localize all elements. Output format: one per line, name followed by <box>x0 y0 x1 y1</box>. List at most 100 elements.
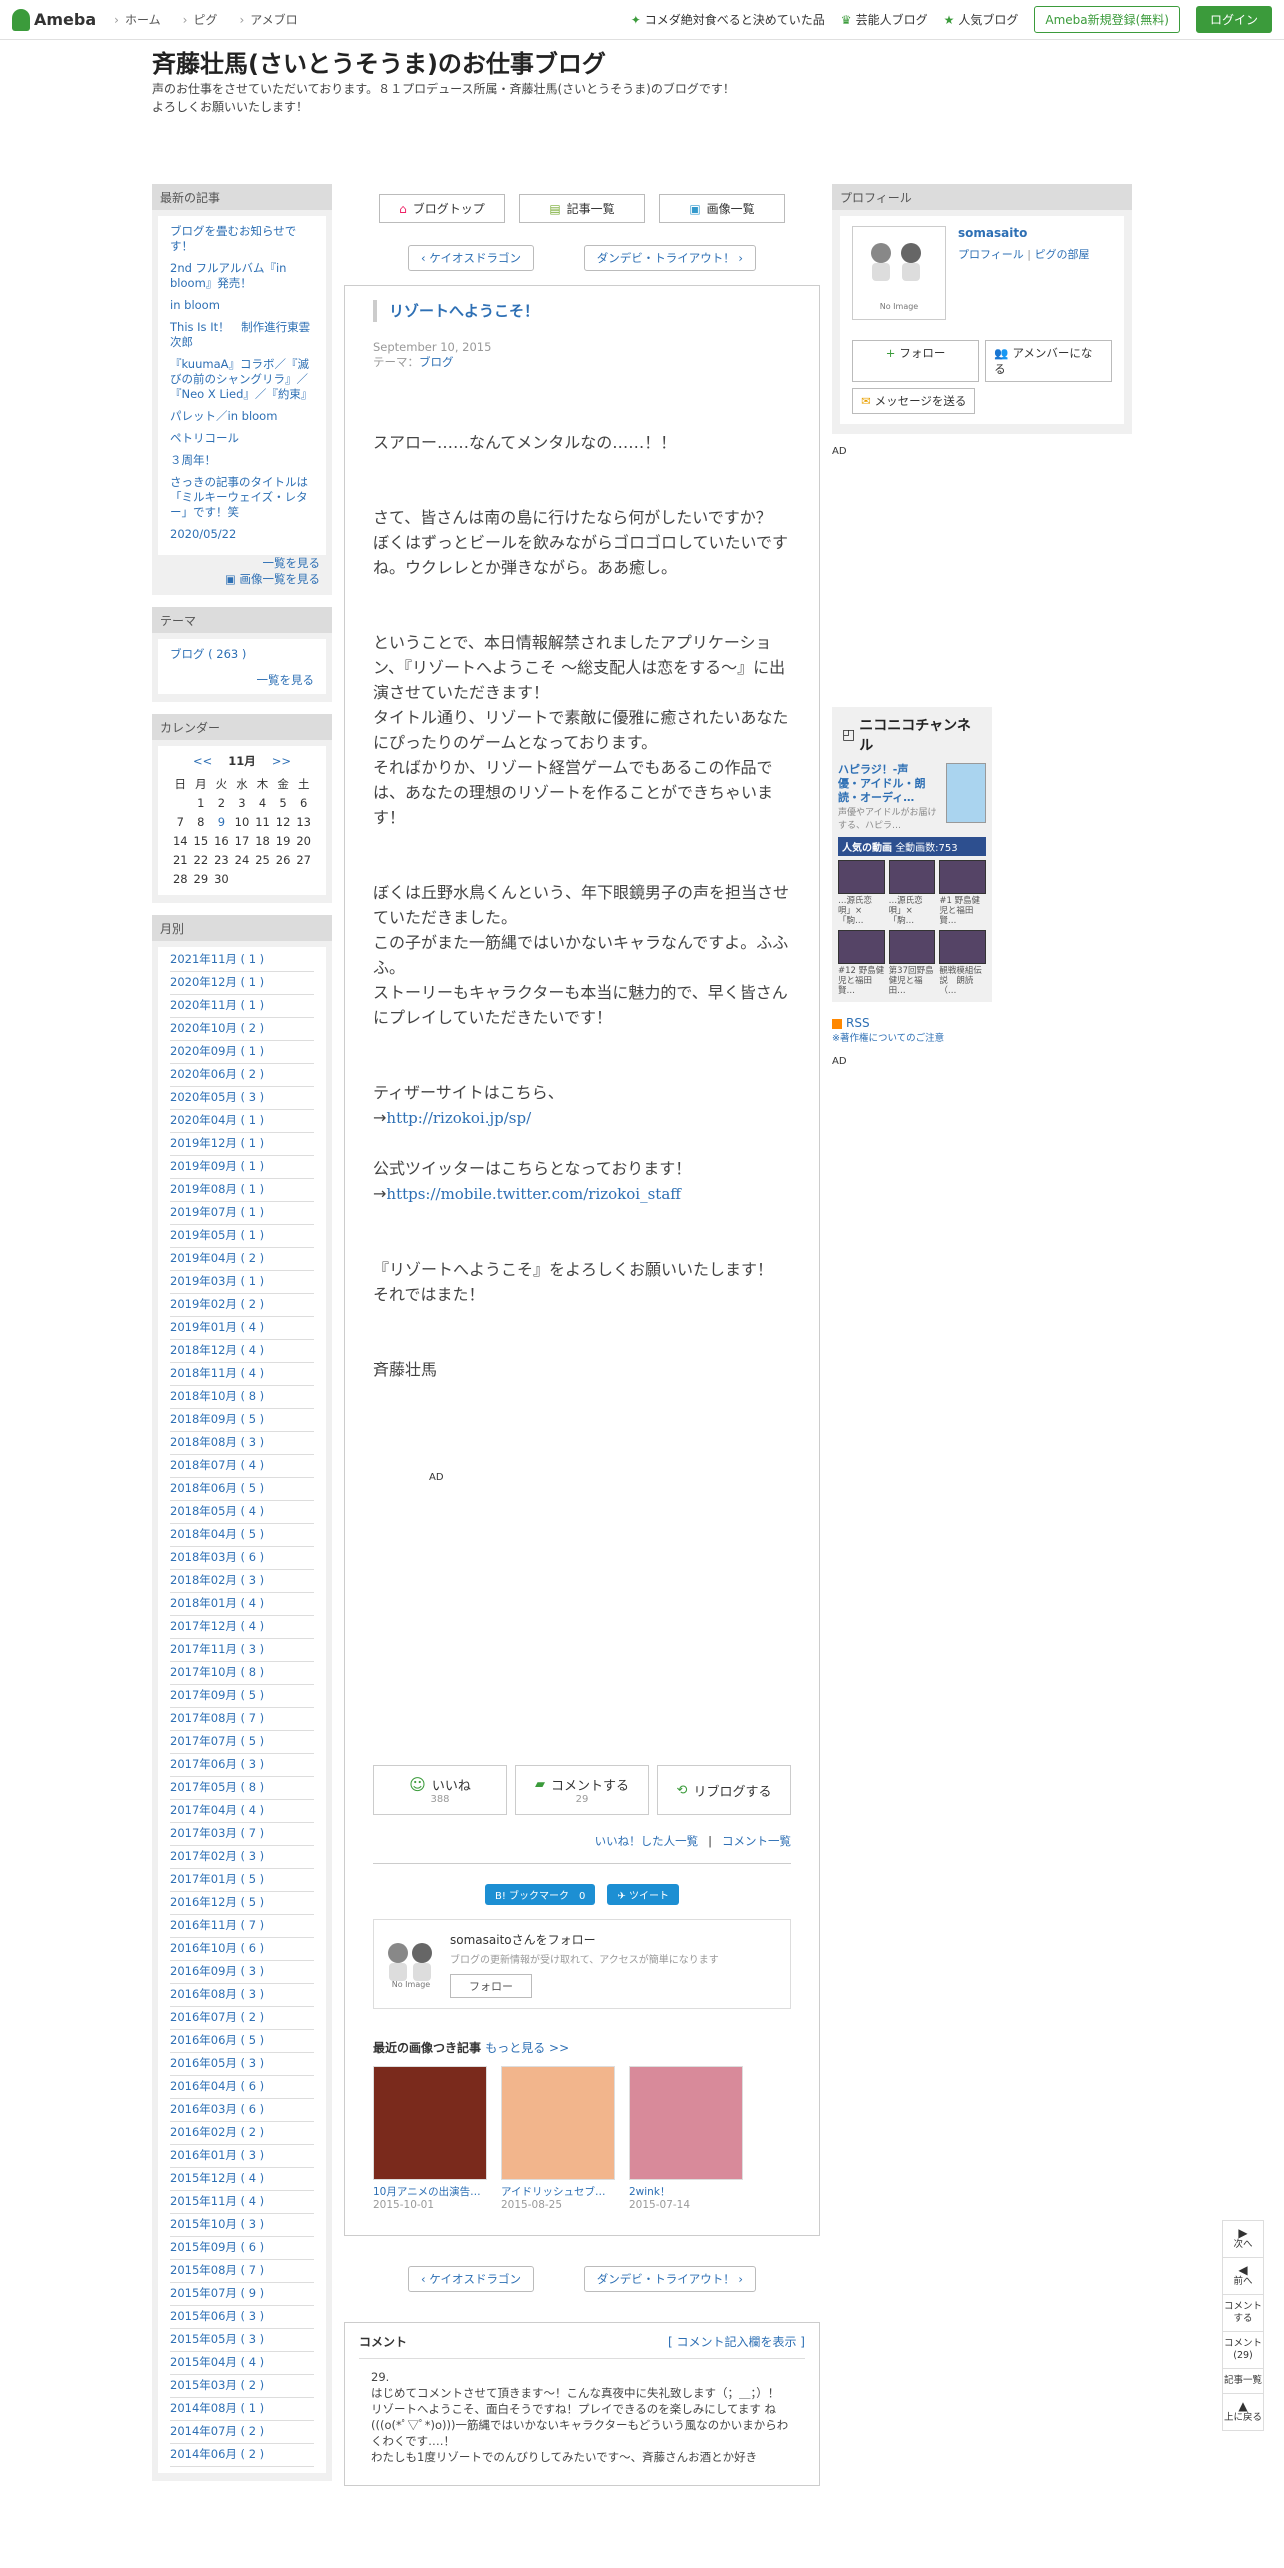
recent-entry-link[interactable]: ３周年！ <box>170 453 314 468</box>
prev-entry-button[interactable]: ‹ ケイオスドラゴン <box>408 245 535 271</box>
archive-month-link[interactable]: 2020年09月 ( 1 ) <box>170 1041 314 1064</box>
niconico-video-item[interactable]: #12 野島健児と福田賢… <box>838 930 885 996</box>
archive-month-link[interactable]: 2016年08月 ( 3 ) <box>170 1984 314 2007</box>
theme-more-link[interactable]: 一覧を見る <box>170 672 315 688</box>
archive-month-link[interactable]: 2019年05月 ( 1 ) <box>170 1225 314 1248</box>
nav-pigg[interactable]: ピグ <box>183 11 217 28</box>
next-entry-button[interactable]: ダンデビ・トライアウト！ › <box>583 245 756 271</box>
top-link-comeda[interactable]: ✦ コメダ絶対食べると決めていた品 <box>631 11 825 28</box>
blog-title[interactable]: 斉藤壮馬(さいとうそうま)のお仕事ブログ <box>152 44 606 79</box>
archive-month-link[interactable]: 2017年06月 ( 3 ) <box>170 1754 314 1777</box>
archive-month-link[interactable]: 2018年02月 ( 3 ) <box>170 1570 314 1593</box>
image-entry-thumbnail[interactable] <box>373 2066 487 2180</box>
image-entry-card[interactable]: アイドリッシュセブ… 2015-08-25 <box>501 2066 615 2211</box>
image-entry-title[interactable]: アイドリッシュセブ… <box>501 2184 615 2199</box>
profile-avatar[interactable]: No Image <box>852 226 946 320</box>
archive-month-link[interactable]: 2018年07月 ( 4 ) <box>170 1455 314 1478</box>
calendar-next-link[interactable]: >> <box>272 754 291 769</box>
archive-month-link[interactable]: 2019年09月 ( 1 ) <box>170 1156 314 1179</box>
archive-month-link[interactable]: 2020年04月 ( 1 ) <box>170 1110 314 1133</box>
archive-month-link[interactable]: 2014年06月 ( 2 ) <box>170 2444 314 2467</box>
recent-entry-link[interactable]: ペトリコール <box>170 431 314 446</box>
top-link-popular-blog[interactable]: ★ 人気ブログ <box>944 11 1019 28</box>
archive-month-link[interactable]: 2014年07月 ( 2 ) <box>170 2421 314 2444</box>
archive-month-link[interactable]: 2018年12月 ( 4 ) <box>170 1340 314 1363</box>
archive-month-link[interactable]: 2016年06月 ( 5 ) <box>170 2030 314 2053</box>
ameba-logo[interactable]: Ameba <box>12 8 96 31</box>
archive-month-link[interactable]: 2016年07月 ( 2 ) <box>170 2007 314 2030</box>
register-button[interactable]: Ameba新規登録(無料) <box>1034 6 1180 33</box>
archive-month-link[interactable]: 2016年09月 ( 3 ) <box>170 1961 314 1984</box>
archive-month-link[interactable]: 2017年11月 ( 3 ) <box>170 1639 314 1662</box>
float-comment-button[interactable]: コメントする <box>1223 2295 1263 2332</box>
article-title[interactable]: リゾートへようこそ！ <box>373 300 791 322</box>
hatena-bookmark-button[interactable]: B! ブックマーク 0 <box>485 1884 596 1905</box>
recent-entry-link[interactable]: This Is It！ 制作進行東雲次郎 <box>170 320 314 350</box>
tweet-button[interactable]: ✈ ツイート <box>607 1884 679 1905</box>
calendar-prev-link[interactable]: << <box>193 754 212 769</box>
archive-month-link[interactable]: 2015年09月 ( 6 ) <box>170 2237 314 2260</box>
recent-entry-link[interactable]: 『kuumaA』コラボ／『滅びの前のシャングリラ』／『Neo X Lied』／『… <box>170 357 314 402</box>
show-comment-form-link[interactable]: [ コメント記入欄を表示 ] <box>668 2333 805 2350</box>
float-next-button[interactable]: ▶ 次へ <box>1223 2221 1263 2258</box>
tab-entry-list[interactable]: ▤ 記事一覧 <box>519 194 645 223</box>
archive-month-link[interactable]: 2019年03月 ( 1 ) <box>170 1271 314 1294</box>
archive-month-link[interactable]: 2018年01月 ( 4 ) <box>170 1593 314 1616</box>
like-button[interactable]: ☺ いいね 388 <box>373 1765 507 1815</box>
archive-month-link[interactable]: 2018年10月 ( 8 ) <box>170 1386 314 1409</box>
archive-month-link[interactable]: 2020年05月 ( 3 ) <box>170 1087 314 1110</box>
archive-month-link[interactable]: 2017年07月 ( 5 ) <box>170 1731 314 1754</box>
niconico-featured[interactable]: ハピラジ！-声優・アイドル・朗読・オーディ… 声優やアイドルがお届けする、ハピラ… <box>838 763 986 831</box>
archive-month-link[interactable]: 2016年03月 ( 6 ) <box>170 2099 314 2122</box>
archive-month-link[interactable]: 2018年03月 ( 6 ) <box>170 1547 314 1570</box>
archive-month-link[interactable]: 2017年04月 ( 4 ) <box>170 1800 314 1823</box>
recent-image-more-link[interactable]: ▣ 画像一覧を見る <box>164 571 320 587</box>
archive-month-link[interactable]: 2016年02月 ( 2 ) <box>170 2122 314 2145</box>
archive-month-link[interactable]: 2015年08月 ( 7 ) <box>170 2260 314 2283</box>
archive-month-link[interactable]: 2018年11月 ( 4 ) <box>170 1363 314 1386</box>
recent-entry-link[interactable]: ブログを畳むお知らせです！ <box>170 224 314 254</box>
archive-month-link[interactable]: 2019年02月 ( 2 ) <box>170 1294 314 1317</box>
recent-entry-link[interactable]: in bloom <box>170 298 314 313</box>
theme-blog-link[interactable]: ブログ ( 263 ) <box>170 647 246 661</box>
rss-link[interactable]: RSS <box>832 1016 1132 1030</box>
archive-month-link[interactable]: 2019年07月 ( 1 ) <box>170 1202 314 1225</box>
profile-name[interactable]: somasaito <box>958 226 1090 240</box>
image-entry-card[interactable]: 2wink！ 2015-07-14 <box>629 2066 743 2211</box>
archive-month-link[interactable]: 2015年05月 ( 3 ) <box>170 2329 314 2352</box>
float-prev-button[interactable]: ◀ 前へ <box>1223 2258 1263 2295</box>
niconico-video-item[interactable]: #1 野島健児と福田賢… <box>939 860 986 926</box>
image-entry-card[interactable]: 10月アニメの出演告… 2015-10-01 <box>373 2066 487 2211</box>
comment-list-link[interactable]: コメント一覧 <box>722 1834 791 1848</box>
calendar-day[interactable]: 9 <box>211 813 232 832</box>
image-entry-title[interactable]: 10月アニメの出演告… <box>373 2184 487 2199</box>
nav-ameblo[interactable]: アメブロ <box>239 11 297 28</box>
archive-month-link[interactable]: 2015年11月 ( 4 ) <box>170 2191 314 2214</box>
archive-month-link[interactable]: 2020年11月 ( 1 ) <box>170 995 314 1018</box>
reblog-button[interactable]: ⟲ リブログする <box>657 1765 791 1815</box>
tab-blog-top[interactable]: ⌂ ブログトップ <box>379 194 505 223</box>
twitter-link[interactable]: https://mobile.twitter.com/rizokoi_staff <box>386 1185 681 1203</box>
recent-entry-link[interactable]: 2nd フルアルバム『in bloom』発売！ <box>170 261 314 291</box>
archive-month-link[interactable]: 2014年08月 ( 1 ) <box>170 2398 314 2421</box>
archive-month-link[interactable]: 2020年10月 ( 2 ) <box>170 1018 314 1041</box>
archive-month-link[interactable]: 2015年07月 ( 9 ) <box>170 2283 314 2306</box>
teaser-site-link[interactable]: http://rizokoi.jp/sp/ <box>386 1109 531 1127</box>
archive-month-link[interactable]: 2017年10月 ( 8 ) <box>170 1662 314 1685</box>
archive-month-link[interactable]: 2018年09月 ( 5 ) <box>170 1409 314 1432</box>
niconico-video-item[interactable]: …源氏恋唄」×「駒… <box>888 860 936 926</box>
archive-month-link[interactable]: 2016年10月 ( 6 ) <box>170 1938 314 1961</box>
comment-button[interactable]: ▰ コメントする 29 <box>515 1765 649 1815</box>
tab-image-list[interactable]: ▣ 画像一覧 <box>659 194 785 223</box>
niconico-heading[interactable]: ◰ ニコニコチャンネル <box>838 713 986 757</box>
archive-month-link[interactable]: 2019年08月 ( 1 ) <box>170 1179 314 1202</box>
archive-month-link[interactable]: 2019年12月 ( 1 ) <box>170 1133 314 1156</box>
archive-month-link[interactable]: 2017年01月 ( 5 ) <box>170 1869 314 1892</box>
archive-month-link[interactable]: 2017年08月 ( 7 ) <box>170 1708 314 1731</box>
top-link-celeb-blog[interactable]: ♛ 芸能人ブログ <box>841 11 928 28</box>
image-entry-title[interactable]: 2wink！ <box>629 2184 743 2199</box>
archive-month-link[interactable]: 2015年12月 ( 4 ) <box>170 2168 314 2191</box>
archive-month-link[interactable]: 2017年05月 ( 8 ) <box>170 1777 314 1800</box>
archive-month-link[interactable]: 2020年12月 ( 1 ) <box>170 972 314 995</box>
archive-month-link[interactable]: 2017年02月 ( 3 ) <box>170 1846 314 1869</box>
